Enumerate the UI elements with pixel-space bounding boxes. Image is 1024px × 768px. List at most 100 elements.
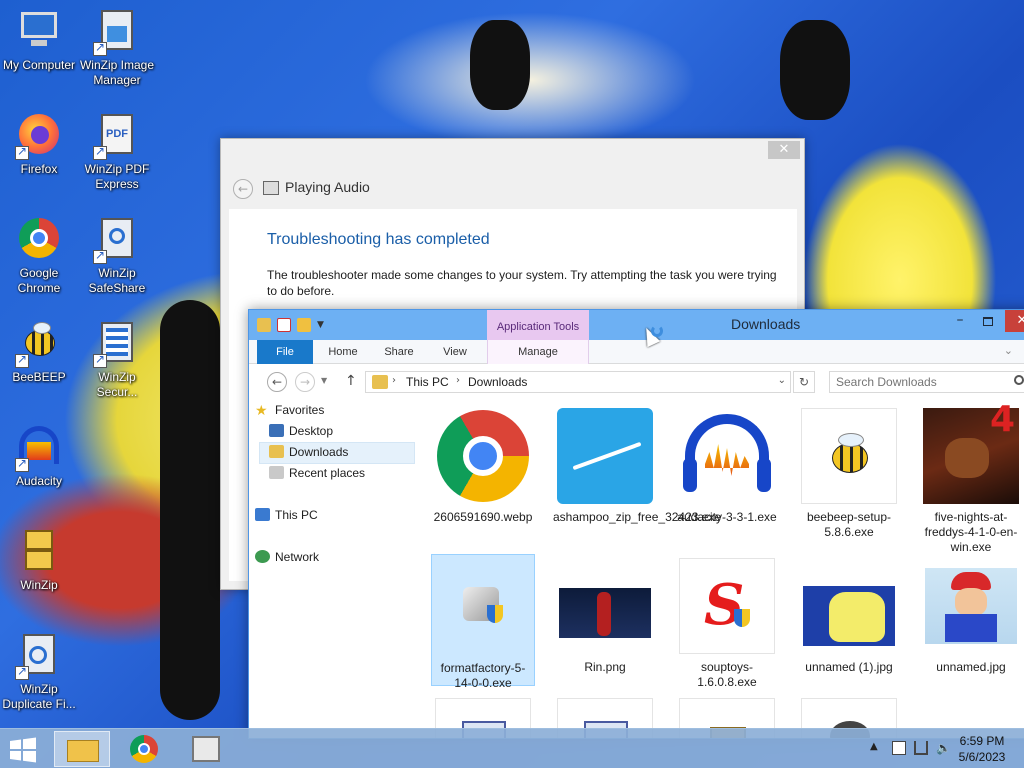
star-icon: ★ xyxy=(255,402,268,418)
file-item[interactable]: audacity-3-3-1.exe xyxy=(675,408,779,525)
desktop-icon-beebeep[interactable]: BeeBEEP xyxy=(0,320,78,385)
desktop-icon-winzip-duplicate-finder[interactable]: WinZip Duplicate Fi... xyxy=(0,632,78,712)
network-icon[interactable] xyxy=(914,741,928,755)
forward-button[interactable]: → xyxy=(295,372,315,392)
action-center-icon[interactable] xyxy=(892,741,906,755)
nav-this-pc[interactable]: This PC xyxy=(255,505,318,525)
desktop-icon-winzip-secure[interactable]: WinZip Secur... xyxy=(78,320,156,400)
desktop-icon-label: WinZip PDF Express xyxy=(84,162,150,191)
desktop-icon-winzip-image-manager[interactable]: WinZip Image Manager xyxy=(78,8,156,88)
bee-icon xyxy=(801,408,897,504)
desktop-icon-google-chrome[interactable]: Google Chrome xyxy=(0,216,78,296)
recent-locations-icon[interactable]: ▼ xyxy=(321,376,327,385)
search-box[interactable] xyxy=(829,371,1024,393)
file-item[interactable]: 2606591690.webp xyxy=(431,408,535,525)
back-button[interactable]: ← xyxy=(267,372,287,392)
start-button[interactable] xyxy=(8,737,38,763)
nav-network[interactable]: Network xyxy=(255,547,319,567)
nav-desktop[interactable]: Desktop xyxy=(269,421,334,441)
minimize-button[interactable]: – xyxy=(949,313,971,332)
maximize-button[interactable] xyxy=(977,314,999,332)
result-heading: Troubleshooting has completed xyxy=(267,231,490,248)
winzip-icon xyxy=(15,528,63,576)
breadcrumb-separator[interactable]: › xyxy=(456,375,460,386)
desktop-icon-winzip-pdf-express[interactable]: PDF WinZip PDF Express xyxy=(78,112,156,192)
taskbar: ▲ 🔈 6:59 PM 5/6/2023 xyxy=(0,728,1024,768)
formatfactory-icon xyxy=(435,559,531,655)
clock[interactable]: 6:59 PM 5/6/2023 xyxy=(950,733,1014,765)
close-button[interactable]: ✕ xyxy=(768,141,800,159)
desktop-icon xyxy=(269,424,284,437)
nav-label: Recent places xyxy=(289,466,366,480)
properties-icon[interactable] xyxy=(277,318,291,332)
bee-icon xyxy=(15,320,63,368)
file-name: five-nights-at-freddys-4-1-0-en-win.exe xyxy=(924,510,1018,554)
winzip-image-icon xyxy=(93,8,141,56)
desktop-icon-audacity[interactable]: Audacity xyxy=(0,424,78,489)
nav-recent-places[interactable]: Recent places xyxy=(269,463,366,483)
tab-home[interactable]: Home xyxy=(319,340,367,364)
image-thumbnail xyxy=(557,558,653,654)
nav-favorites[interactable]: ★ Favorites xyxy=(255,400,324,420)
desktop-icon-label: WinZip Image Manager xyxy=(79,58,155,87)
taskbar-troubleshooter[interactable] xyxy=(178,731,234,767)
ribbon-tabs: File Home Share View Manage ⌄ xyxy=(249,340,1024,364)
file-item[interactable]: unnamed (1).jpg xyxy=(797,558,901,675)
tab-share[interactable]: Share xyxy=(375,340,423,364)
chevron-up-icon[interactable]: ▲ xyxy=(870,741,884,755)
title-bar[interactable]: ▼ Application Tools Downloads – ✕ xyxy=(249,310,1024,340)
file-name: souptoys-1.6.0.8.exe xyxy=(697,660,757,689)
folder-icon[interactable] xyxy=(257,318,271,332)
new-folder-icon[interactable] xyxy=(297,318,311,332)
desktop-icon-label: My Computer xyxy=(2,58,76,72)
address-row: ← → ▼ ↑ › This PC › Downloads ⌄ ↻ xyxy=(249,364,1024,400)
up-button[interactable]: ↑ xyxy=(345,373,357,389)
taskbar-file-explorer[interactable] xyxy=(54,731,110,767)
nav-label: Desktop xyxy=(289,424,334,438)
desktop-icon-winzip[interactable]: WinZip xyxy=(0,528,78,593)
file-name: beebeep-setup-5.8.6.exe xyxy=(806,510,892,539)
volume-icon[interactable]: 🔈 xyxy=(936,741,951,755)
desktop-icon-firefox[interactable]: Firefox xyxy=(0,112,78,177)
file-name: ashampoo_zip_free_32423.exe xyxy=(553,510,722,524)
pdf-icon: PDF xyxy=(93,112,141,160)
file-item[interactable]: unnamed.jpg xyxy=(919,558,1023,675)
breadcrumb-separator[interactable]: › xyxy=(392,375,396,386)
chrome-icon xyxy=(15,216,63,264)
expand-ribbon-icon[interactable]: ⌄ xyxy=(1004,344,1013,357)
search-input[interactable] xyxy=(836,375,1006,389)
taskbar-chrome[interactable] xyxy=(116,731,172,767)
file-item[interactable]: beebeep-setup-5.8.6.exe xyxy=(797,408,901,540)
chevron-down-icon[interactable]: ⌄ xyxy=(778,375,786,386)
desktop-icon-my-computer[interactable]: My Computer xyxy=(0,8,78,73)
file-explorer-window: ▼ Application Tools Downloads – ✕ File H… xyxy=(248,309,1024,739)
clock-date: 5/6/2023 xyxy=(958,750,1006,764)
file-item-selected[interactable]: formatfactory-5-14-0-0.exe xyxy=(431,554,535,690)
breadcrumb-downloads[interactable]: Downloads xyxy=(468,375,527,389)
file-item[interactable]: S souptoys-1.6.0.8.exe xyxy=(675,558,779,690)
chevron-down-icon[interactable]: ▼ xyxy=(317,320,324,330)
wallpaper-eye-right xyxy=(780,20,850,120)
downloads-folder-icon xyxy=(372,375,388,389)
close-button[interactable]: ✕ xyxy=(1005,310,1024,332)
nav-downloads[interactable]: Downloads xyxy=(269,442,348,462)
back-button[interactable]: ← xyxy=(233,179,253,199)
file-item[interactable]: 4 five-nights-at-freddys-4-1-0-en-win.ex… xyxy=(919,402,1023,555)
tab-view[interactable]: View xyxy=(431,340,479,364)
maximize-icon xyxy=(983,317,993,326)
wallpaper-eye-left xyxy=(470,20,530,110)
duplicate-finder-icon xyxy=(15,632,63,680)
file-item[interactable]: ashampoo_zip_free_32423.exe xyxy=(553,408,722,525)
desktop-icon-label: WinZip SafeShare xyxy=(88,266,146,295)
desktop-icon-winzip-safeshare[interactable]: WinZip SafeShare xyxy=(78,216,156,296)
desktop-icon-label: Google Chrome xyxy=(17,266,61,295)
tab-manage[interactable]: Manage xyxy=(499,340,577,364)
file-item[interactable]: Rin.png xyxy=(553,558,657,675)
address-bar[interactable]: › This PC › Downloads ⌄ xyxy=(365,371,791,393)
tab-file[interactable]: File xyxy=(257,340,313,364)
refresh-button[interactable]: ↻ xyxy=(793,371,815,393)
image-thumbnail xyxy=(923,558,1019,654)
safeshare-icon xyxy=(93,216,141,264)
breadcrumb-this-pc[interactable]: This PC xyxy=(406,375,449,389)
chrome-icon xyxy=(435,408,531,504)
